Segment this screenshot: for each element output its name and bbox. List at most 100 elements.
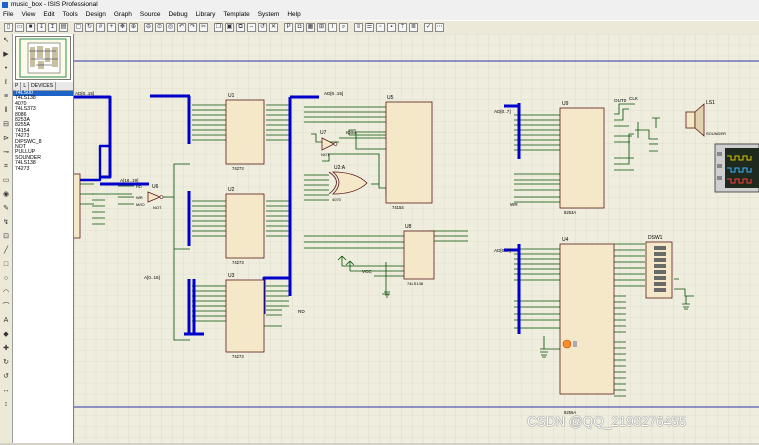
svg-text:WR: WR — [510, 202, 518, 207]
chip-u3[interactable]: U3 74273 — [225, 273, 265, 359]
bus-icon[interactable]: ‖ — [2, 107, 10, 115]
save-icon[interactable]: ■ — [26, 23, 35, 32]
import-icon[interactable]: ↧ — [37, 23, 46, 32]
menu-template[interactable]: Template — [220, 10, 252, 20]
menu-library[interactable]: Library — [193, 10, 219, 20]
area-icon[interactable]: ▢ — [74, 23, 83, 32]
overview-window[interactable] — [15, 36, 71, 80]
zoom-in-icon[interactable]: ⊕ — [129, 23, 138, 32]
tab-library-button[interactable]: L — [21, 82, 30, 90]
test-probe-marker[interactable] — [562, 339, 577, 349]
block-rotate-icon[interactable]: ↺ — [258, 23, 267, 32]
grid-icon[interactable]: # — [96, 23, 105, 32]
text-icon[interactable]: ≡ — [2, 93, 10, 101]
menu-source[interactable]: Source — [137, 10, 164, 20]
svg-text:U8: U8 — [405, 224, 412, 230]
property-icon[interactable]: ≡ — [354, 23, 363, 32]
chip-u5[interactable]: U5 74154 — [385, 95, 433, 210]
svg-text:U6: U6 — [152, 184, 159, 190]
svg-text:74154: 74154 — [392, 205, 404, 210]
line-icon[interactable]: ╱ — [2, 247, 10, 255]
chip-u1[interactable]: U1 74273 — [225, 93, 265, 171]
svg-text:U9: U9 — [562, 101, 569, 107]
graph-icon[interactable]: ⌗ — [2, 163, 10, 171]
undo-icon[interactable]: ↶ — [177, 23, 186, 32]
open-icon[interactable]: ▭ — [15, 23, 24, 32]
menu-system[interactable]: System — [255, 10, 283, 20]
probe-v-icon[interactable]: ✎ — [2, 205, 10, 213]
svg-text:AD[0..7]: AD[0..7] — [494, 248, 511, 253]
wire-autorouter-icon[interactable]: ⌇ — [328, 23, 337, 32]
netlist-icon[interactable]: ⋯ — [435, 23, 444, 32]
copy-icon[interactable]: ❐ — [214, 23, 223, 32]
tab-pick-button[interactable]: P — [13, 82, 22, 90]
mirror-y-icon[interactable]: ↕ — [2, 401, 10, 409]
mirror-x-icon[interactable]: ↔ — [2, 387, 10, 395]
menu-view[interactable]: View — [18, 10, 38, 20]
refresh-icon[interactable]: ↻ — [85, 23, 94, 32]
cut-icon[interactable]: ✂ — [199, 23, 208, 32]
schematic-canvas[interactable]: AD[0..15] A[16..19] AD[0..15] AD[0..7] A… — [69, 34, 759, 443]
junction-icon[interactable]: • — [2, 65, 10, 73]
label-icon[interactable]: ℓ — [2, 79, 10, 87]
block-copy-icon[interactable]: ⧉ — [236, 23, 245, 32]
box-icon[interactable]: □ — [2, 261, 10, 269]
erc-icon[interactable]: ✓ — [424, 23, 433, 32]
terminal-icon[interactable]: ⊳ — [2, 135, 10, 143]
chip-u4[interactable]: U4 8255A — [559, 237, 615, 415]
decompose-icon[interactable]: ⊞ — [317, 23, 326, 32]
make-device-icon[interactable]: ◘ — [295, 23, 304, 32]
probe-i-icon[interactable]: ↯ — [2, 219, 10, 227]
select-icon[interactable]: ↖ — [2, 37, 10, 45]
arc-icon[interactable]: ◠ — [2, 289, 10, 297]
rotate-cw-icon[interactable]: ↻ — [2, 359, 10, 367]
new-sheet-icon[interactable]: ▫ — [376, 23, 385, 32]
instrument-icon[interactable]: ⊡ — [2, 233, 10, 241]
block-move-icon[interactable]: ⇔ — [247, 23, 256, 32]
menu-design[interactable]: Design — [83, 10, 109, 20]
search-icon[interactable]: ⌕ — [339, 23, 348, 32]
zoom-out-icon[interactable]: ⊖ — [144, 23, 153, 32]
pin-icon[interactable]: ⊸ — [2, 149, 10, 157]
chip-u8[interactable]: U8 74LS138 — [403, 224, 435, 286]
print-icon[interactable]: ▤ — [59, 23, 68, 32]
tape-icon[interactable]: ▭ — [2, 177, 10, 185]
path-icon[interactable]: ⌒ — [2, 303, 10, 311]
pick-icon[interactable]: P — [284, 23, 293, 32]
zoom-area-icon[interactable]: ◎ — [166, 23, 175, 32]
oscilloscope-instrument[interactable] — [714, 143, 759, 193]
dip-switch-dsw1[interactable]: DSW1 — [645, 235, 673, 299]
device-list-item[interactable]: 74273 — [13, 166, 73, 172]
symbol-icon[interactable]: ◆ — [2, 331, 10, 339]
exit-parent-icon[interactable]: ⇡ — [398, 23, 407, 32]
menu-edit[interactable]: Edit — [40, 10, 57, 20]
design-explorer-icon[interactable]: ☰ — [365, 23, 374, 32]
origin-icon[interactable]: + — [107, 23, 116, 32]
zoom-all-icon[interactable]: ⊙ — [155, 23, 164, 32]
marker-icon[interactable]: ✚ — [2, 345, 10, 353]
paste-icon[interactable]: ▣ — [225, 23, 234, 32]
svg-text:WR: WR — [136, 195, 143, 200]
circle-icon[interactable]: ○ — [2, 275, 10, 283]
component-icon[interactable]: ▶ — [2, 51, 10, 59]
packaging-icon[interactable]: ▦ — [306, 23, 315, 32]
generator-icon[interactable]: ◉ — [2, 191, 10, 199]
text-2d-icon[interactable]: A — [2, 317, 10, 325]
export-icon[interactable]: ↥ — [48, 23, 57, 32]
subcircuit-icon[interactable]: ⊟ — [2, 121, 10, 129]
bom-icon[interactable]: ≣ — [409, 23, 418, 32]
menu-debug[interactable]: Debug — [165, 10, 190, 20]
remove-sheet-icon[interactable]: ▪ — [387, 23, 396, 32]
rotate-ccw-icon[interactable]: ↺ — [2, 373, 10, 381]
pan-icon[interactable]: ✥ — [118, 23, 127, 32]
menu-help[interactable]: Help — [284, 10, 303, 20]
chip-u2[interactable]: U2 74273 — [225, 187, 265, 265]
menu-tools[interactable]: Tools — [60, 10, 81, 20]
menu-graph[interactable]: Graph — [111, 10, 135, 20]
menu-file[interactable]: File — [0, 10, 16, 20]
chip-u9[interactable]: U9 8253A — [559, 101, 605, 215]
svg-text:IO/M: IO/M — [346, 130, 356, 135]
redo-icon[interactable]: ↷ — [188, 23, 197, 32]
new-file-icon[interactable]: ▯ — [4, 23, 13, 32]
block-delete-icon[interactable]: ✕ — [269, 23, 278, 32]
